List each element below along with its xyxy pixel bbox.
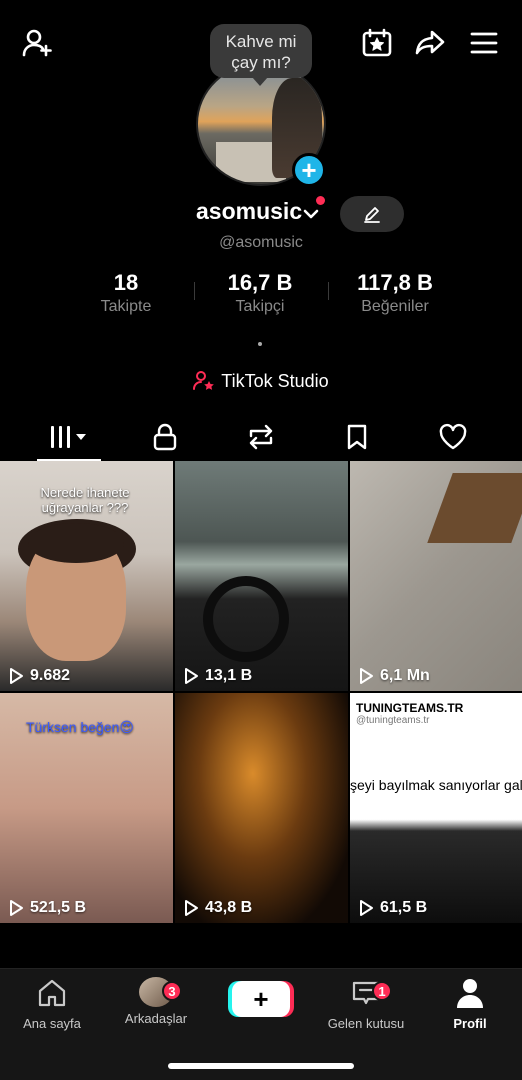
tile-thumbnail-detail <box>427 473 522 543</box>
add-user-icon[interactable] <box>20 26 54 60</box>
share-icon[interactable] <box>413 26 447 60</box>
tab-videos[interactable] <box>37 414 101 461</box>
tile-thumbnail-detail <box>28 523 124 563</box>
view-count: 43,8 B <box>183 899 252 917</box>
tiktok-studio-label: TikTok Studio <box>221 370 329 391</box>
username-row: asomusic <box>0 196 522 232</box>
view-count: 13,1 B <box>183 667 252 685</box>
tiktok-studio-link[interactable]: TikTok Studio <box>0 370 522 392</box>
stat-likes[interactable]: 117,8 B Beğeniler <box>350 270 440 316</box>
nav-profile[interactable]: Profil <box>444 977 496 1031</box>
home-indicator <box>168 1063 354 1069</box>
view-count-value: 9.682 <box>30 667 71 684</box>
video-tile[interactable]: Türksen beğen😍 521,5 B <box>0 693 173 923</box>
play-icon <box>10 668 23 684</box>
nav-profile-label: Profil <box>453 1016 487 1031</box>
home-icon <box>38 979 66 1007</box>
video-grid: Nerede ihanete uğrayanlar ??? 9.682 13,1… <box>0 461 522 923</box>
pencil-icon <box>364 207 380 223</box>
video-caption: Nerede ihanete uğrayanlar ??? <box>40 485 130 515</box>
video-brand: TUNINGTEAMS.TR @tuningteams.tr <box>356 701 463 726</box>
video-tile[interactable]: 6,1 Mn <box>350 461 522 691</box>
inbox-badge: 1 <box>372 981 392 1001</box>
play-icon <box>185 668 198 684</box>
stat-followers-value: 16,7 B <box>227 270 293 295</box>
notification-dot <box>316 196 325 205</box>
view-count: 521,5 B <box>8 899 86 917</box>
play-icon <box>360 668 373 684</box>
view-count-value: 6,1 Mn <box>380 667 430 684</box>
tab-liked[interactable] <box>428 414 478 460</box>
tab-private[interactable] <box>140 414 190 460</box>
user-handle: @asomusic <box>219 234 303 251</box>
bio-dot <box>258 342 262 346</box>
view-count-value: 61,5 B <box>380 899 428 916</box>
view-count-value: 43,8 B <box>205 899 253 916</box>
grid-icon <box>51 426 86 448</box>
studio-user-star-icon <box>193 371 215 390</box>
video-tile[interactable]: 43,8 B <box>175 693 348 923</box>
stat-divider <box>328 282 329 300</box>
nav-friends[interactable]: 3 Arkadaşlar <box>118 977 194 1026</box>
view-count-value: 13,1 B <box>205 667 253 684</box>
lock-icon <box>153 423 177 451</box>
username: asomusic <box>196 198 303 224</box>
play-icon <box>360 900 373 916</box>
view-count: 61,5 B <box>358 899 427 917</box>
chevron-down-icon[interactable] <box>302 205 320 223</box>
video-caption: Türksen beğen😍 <box>26 719 134 735</box>
friends-badge: 3 <box>162 981 182 1001</box>
stat-likes-label: Beğeniler <box>361 298 429 315</box>
stat-following-value: 18 <box>113 270 139 295</box>
stat-followers-label: Takipçi <box>235 298 285 315</box>
add-story-plus-icon[interactable]: + <box>292 153 326 187</box>
video-brand-name: TUNINGTEAMS.TR <box>356 701 464 715</box>
heart-icon <box>439 423 467 450</box>
stat-following[interactable]: 18 Takipte <box>96 270 156 316</box>
view-count: 9.682 <box>8 667 70 685</box>
video-tile[interactable]: Nerede ihanete uğrayanlar ??? 9.682 <box>0 461 173 691</box>
calendar-star-icon[interactable] <box>360 26 394 60</box>
profile-note-text: Kahve mi çay mı? <box>225 32 297 72</box>
repost-icon <box>249 424 273 450</box>
video-caption: şeyi bayılmak sanıyorlar galiba <box>350 777 522 793</box>
create-button[interactable]: + <box>232 981 290 1017</box>
hamburger-menu-icon[interactable] <box>467 26 501 60</box>
bookmark-icon <box>347 424 367 450</box>
nav-inbox[interactable]: 1 Gelen kutusu <box>320 977 412 1031</box>
nav-inbox-label: Gelen kutusu <box>327 1016 405 1031</box>
tab-reposts[interactable] <box>236 414 286 460</box>
stat-followers[interactable]: 16,7 B Takipçi <box>222 270 298 316</box>
tab-saved[interactable] <box>332 414 382 460</box>
nav-friends-label: Arkadaşlar <box>124 1011 188 1026</box>
video-tile[interactable]: 13,1 B <box>175 461 348 691</box>
stat-divider <box>194 282 195 300</box>
profile-note-bubble[interactable]: Kahve mi çay mı? <box>210 24 312 86</box>
profile-icon <box>457 979 483 1008</box>
nav-home[interactable]: Ana sayfa <box>18 977 86 1031</box>
video-tile[interactable]: TUNINGTEAMS.TR @tuningteams.tr şeyi bayı… <box>350 693 522 923</box>
view-count-value: 521,5 B <box>30 899 87 916</box>
play-icon <box>185 900 198 916</box>
profile-tabs <box>0 414 522 462</box>
stat-following-label: Takipte <box>100 298 152 315</box>
view-count: 6,1 Mn <box>358 667 430 685</box>
profile-stats: 18 Takipte 16,7 B Takipçi 117,8 B Beğeni… <box>0 270 522 320</box>
nav-home-label: Ana sayfa <box>23 1016 81 1031</box>
edit-profile-button[interactable] <box>340 196 404 232</box>
tile-thumbnail-detail <box>203 576 289 662</box>
stat-likes-value: 117,8 B <box>357 270 433 295</box>
video-brand-handle: @tuningteams.tr <box>356 715 430 726</box>
play-icon <box>10 900 23 916</box>
